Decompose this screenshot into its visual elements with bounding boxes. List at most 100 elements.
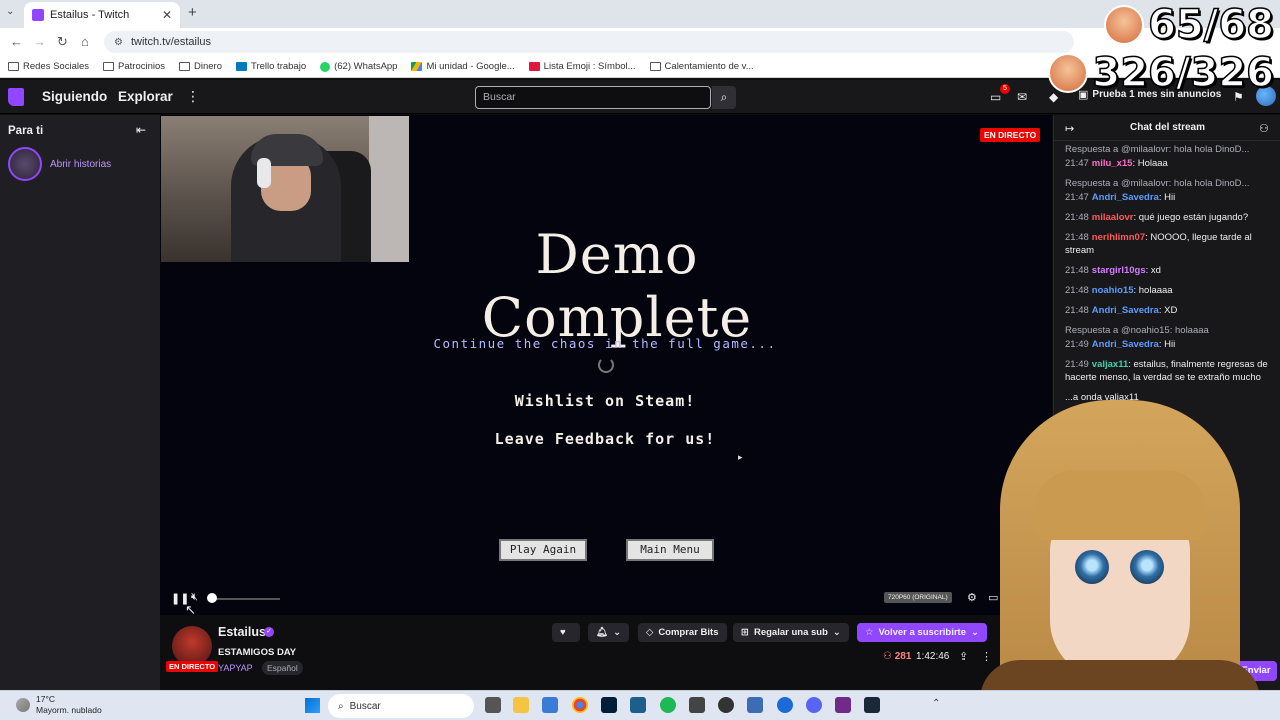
twitch-logo-icon[interactable] [8,88,24,106]
notifications-icon[interactable]: ▭ [990,90,1001,104]
browser-tab[interactable]: Estailus - Twitch ✕ [24,2,180,28]
google-drive-icon [411,62,423,71]
game-main-menu-button: Main Menu [626,539,714,561]
store-icon[interactable] [542,697,558,713]
file-explorer-icon[interactable] [513,697,529,713]
url-text: twitch.tv/estailus [130,36,212,48]
whatsapp-icon [320,61,331,72]
game-option-feedback: Leave Feedback for us! [494,430,716,448]
address-bar[interactable]: ⚙ twitch.tv/estailus [104,31,1074,53]
game-play-again-button: Play Again [499,539,587,561]
bookmark-link[interactable]: Trello trabajo [236,61,306,72]
system-tray-expand-icon[interactable]: ⌃ [932,698,940,709]
folder-icon [8,62,19,71]
chat-username[interactable]: milaalovr [1092,212,1134,223]
buy-bits-button[interactable]: ◇ Comprar Bits [638,623,727,642]
overlay-avatar [1104,5,1145,45]
search-input[interactable]: Buscar [475,86,711,109]
chat-message: 21:48 stargirl10gs: xd [1065,264,1275,277]
stories-button[interactable]: Abrir historias [8,147,111,181]
steam-icon[interactable] [864,697,880,713]
chat-username[interactable]: milu_x15 [1092,158,1133,169]
share-icon[interactable]: ⇪ [959,650,968,663]
chat-timestamp: 21:48 [1065,232,1089,243]
task-view-icon[interactable] [485,697,501,713]
discord-icon[interactable] [806,697,822,713]
site-info-icon[interactable]: ⚙ [114,37,123,48]
overlay-counter-1: 65/68 [1104,1,1275,49]
bookmark-folder[interactable]: Redes Sociales [8,61,89,72]
trello-icon [236,62,248,71]
volume-knob[interactable] [207,593,217,603]
start-menu-icon[interactable] [305,698,320,713]
viewer-count: ⚇ 281 [883,651,912,662]
chat-timestamp: 21:47 [1065,158,1089,169]
vegas-icon[interactable] [630,697,646,713]
new-tab-button[interactable]: + [188,4,197,21]
editor-icon[interactable] [747,697,763,713]
bookmark-folder[interactable]: Dinero [179,61,222,72]
volume-slider[interactable] [210,598,280,600]
back-icon[interactable]: ← [10,34,23,49]
follow-button[interactable]: ♥ [552,623,580,642]
chat-username[interactable]: nerihlimn07 [1092,232,1145,243]
sidebar-title: Para ti [8,125,44,137]
app-icon[interactable] [835,697,851,713]
chat-timestamp: 21:49 [1065,359,1089,370]
person-icon: ⚇ [883,651,895,662]
chrome-icon[interactable] [572,697,588,713]
channel-name[interactable]: Estailus [218,625,266,639]
chevron-down-icon: ⌄ [613,627,622,638]
search-icon[interactable]: ⌕ [712,86,736,109]
notification-count-badge: 5 [1000,84,1010,94]
close-tab-icon[interactable]: ✕ [162,8,172,22]
bookmark-link[interactable]: Mi unidad - Google... [411,61,515,72]
chevron-down-icon: ⌄ [832,627,841,638]
chat-settings-icon[interactable]: ⚙ [1212,665,1222,678]
channel-info: EN DIRECTO Estailus ✓ ESTAMIGOS DAY YAPY… [160,615,1052,690]
bell-icon: 🔔︎ [596,627,609,638]
settings-gear-icon[interactable]: ⚙ [967,591,977,604]
chat-username[interactable]: Andri_Savedra [1092,305,1159,316]
bookmark-folder[interactable]: Calentamiento de v... [649,61,754,72]
chat-username[interactable]: Andri_Savedra [1092,339,1159,350]
taskbar-search[interactable]: ⌕ Buscar [328,694,474,718]
bookmark-link[interactable]: Lista Emoji : Símbol... [528,61,636,72]
forward-icon[interactable]: → [33,34,46,49]
nav-explore[interactable]: Explorar [118,89,173,104]
collapse-sidebar-icon[interactable]: ⇤ [136,123,146,137]
channel-avatar[interactable] [172,626,212,666]
nav-following[interactable]: Siguiendo [42,89,107,104]
chat-username[interactable]: stargirl10gs [1092,265,1146,276]
resubscribe-button[interactable]: ☆ Volver a suscribirte ⌄ [857,623,987,642]
stream-category[interactable]: YAPYAP [218,663,253,673]
more-options-icon[interactable]: ⋮ [981,650,992,663]
app-icon[interactable] [689,697,705,713]
tab-list-icon[interactable]: ⌄ [6,6,14,17]
obs-icon[interactable] [718,697,734,713]
spotify-icon[interactable] [660,697,676,713]
community-icon[interactable]: ⚇ [1259,122,1269,135]
chat-username[interactable]: noahio15 [1092,285,1134,296]
home-icon[interactable]: ⌂ [81,34,89,49]
bookmark-link[interactable]: (62) WhatsApp [320,61,397,72]
reload-icon[interactable]: ↻ [57,34,68,50]
send-chat-button[interactable]: Enviar [1235,661,1277,681]
chat-text: ...a onda valjax11 [1065,392,1139,403]
browser-icon[interactable] [777,697,793,713]
chat-username[interactable]: valjax11 [1092,359,1128,370]
language-tag[interactable]: Español [262,661,303,675]
more-menu-icon[interactable]: ⋮ [186,88,200,105]
theater-mode-icon[interactable]: ▭ [988,591,998,604]
chat-reply-context: Respuesta a @milaalovr: hola hola DinoD.… [1065,178,1250,189]
gift-sub-button[interactable]: ⊞ Regalar una sub ⌄ [733,623,849,642]
chat-reply-context: Respuesta a @noahio15: holaaaa [1065,325,1209,336]
bookmark-folder[interactable]: Patrocinios [103,61,165,72]
inbox-icon[interactable]: ✉ [1017,90,1027,104]
video-player[interactable]: EN DIRECTO Demo Complete Continue the ch… [160,115,1052,617]
photoshop-icon[interactable] [601,697,617,713]
notification-bell-button[interactable]: 🔔︎ ⌄ [588,623,630,642]
weather-widget[interactable]: 17°C Mayorm. nublado [16,694,102,716]
overlay-counter-2: 326/326 [1048,49,1275,97]
chat-username[interactable]: Andri_Savedra [1092,192,1159,203]
